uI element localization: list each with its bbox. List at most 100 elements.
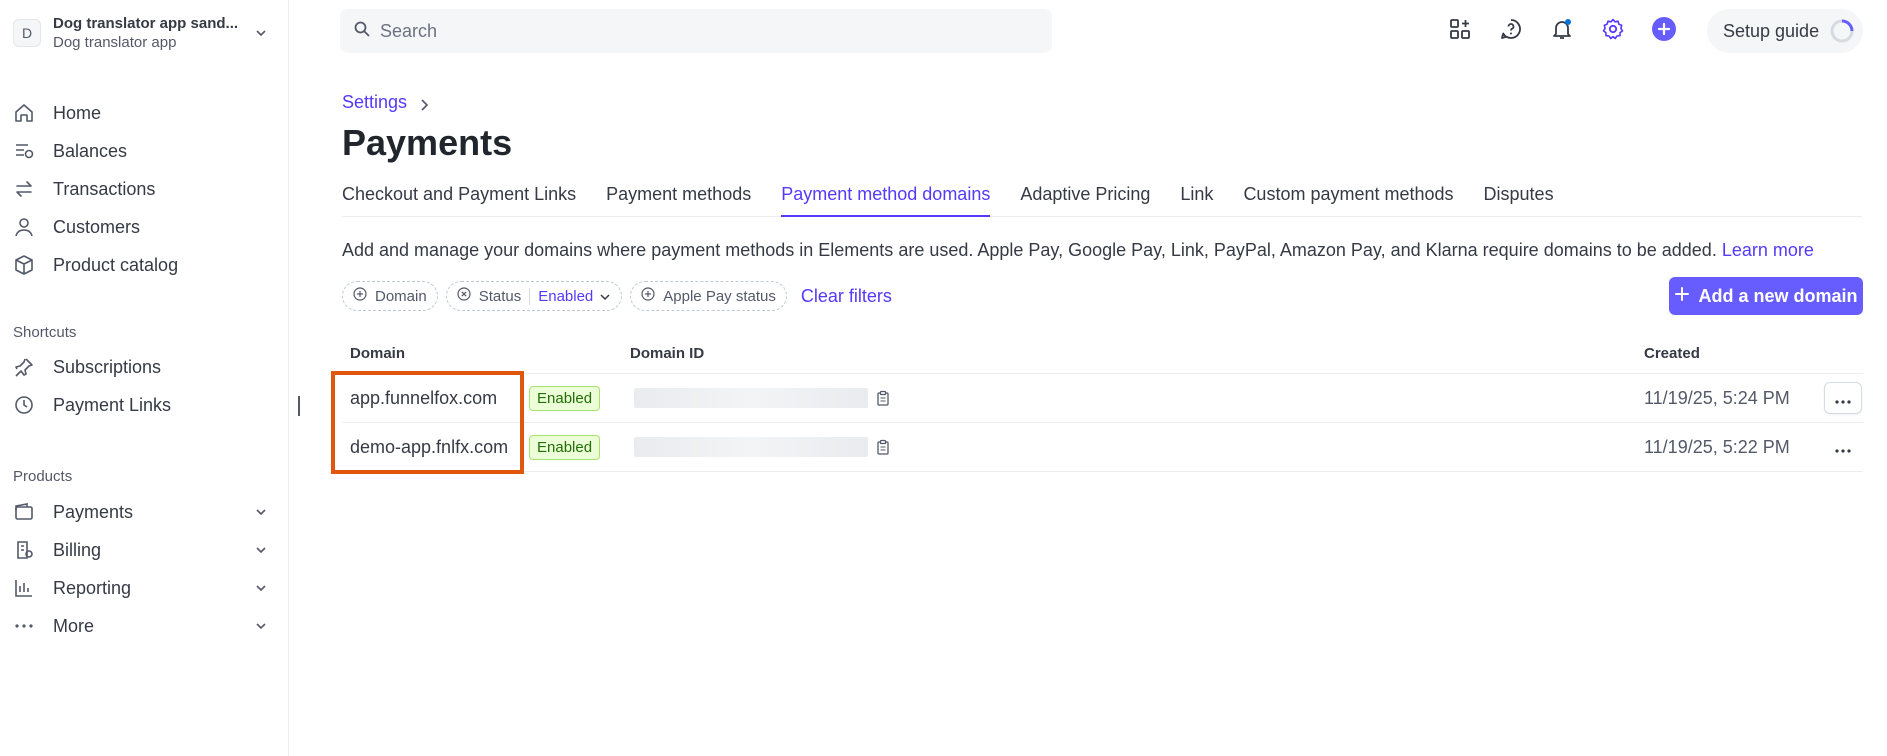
- tab-link[interactable]: Link: [1180, 182, 1213, 217]
- progress-ring-icon: [1829, 18, 1855, 44]
- customer-icon: [13, 216, 41, 238]
- table-row[interactable]: app.funnelfox.com Enabled 11/19/25, 5:24…: [342, 374, 1863, 423]
- column-header-domain[interactable]: Domain: [350, 345, 405, 362]
- clipboard-icon[interactable]: [876, 390, 890, 406]
- search-icon: [354, 21, 380, 42]
- clipboard-icon[interactable]: [876, 439, 890, 455]
- sidebar-item-label: Billing: [53, 539, 102, 560]
- sidebar-item-customers[interactable]: Customers: [13, 212, 269, 242]
- sidebar-item-home[interactable]: Home: [13, 98, 269, 128]
- home-icon: [13, 102, 41, 124]
- sidebar-item-label: Payment Links: [53, 394, 172, 415]
- sidebar-resize-handle[interactable]: [298, 396, 300, 416]
- breadcrumb-settings-link[interactable]: Settings: [342, 92, 407, 113]
- row-actions-button[interactable]: [1824, 382, 1862, 414]
- sidebar: D Dog translator app sand... Dog transla…: [0, 0, 289, 756]
- apps-button[interactable]: [1445, 16, 1475, 46]
- pin-icon: [13, 356, 41, 378]
- sidebar-item-billing[interactable]: Billing: [13, 535, 269, 565]
- ellipsis-icon: [1835, 388, 1851, 409]
- filter-apple-pay-status[interactable]: Apple Pay status: [630, 281, 787, 311]
- column-header-domain-id[interactable]: Domain ID: [630, 345, 704, 362]
- sidebar-item-transactions[interactable]: Transactions: [13, 174, 269, 204]
- filter-status[interactable]: Status Enabled: [445, 281, 623, 311]
- row-actions-button[interactable]: [1824, 431, 1862, 463]
- sidebar-item-label: Home: [53, 102, 102, 123]
- notifications-button[interactable]: [1547, 16, 1577, 46]
- sidebar-item-payments[interactable]: Payments: [13, 497, 269, 527]
- create-button[interactable]: [1649, 16, 1679, 46]
- remove-filter-icon[interactable]: [457, 287, 479, 305]
- help-button[interactable]: [1496, 16, 1526, 46]
- chevron-right-icon: [419, 96, 429, 111]
- chevron-down-icon: [253, 542, 269, 558]
- ellipsis-icon: [13, 615, 41, 637]
- sidebar-item-label: Product catalog: [53, 254, 179, 275]
- domain-id-redacted: [634, 437, 868, 457]
- sidebar-item-payment-links[interactable]: Payment Links: [13, 390, 269, 420]
- tab-checkout-and-payment-links[interactable]: Checkout and Payment Links: [342, 182, 576, 217]
- created-date: 11/19/25, 5:24 PM: [1644, 387, 1790, 408]
- add-new-domain-label: Add a new domain: [1698, 285, 1858, 306]
- chevron-down-icon: [253, 618, 269, 634]
- sidebar-item-label: Payments: [53, 501, 134, 522]
- add-new-domain-button[interactable]: Add a new domain: [1669, 277, 1863, 315]
- domain-name: app.funnelfox.com: [350, 387, 498, 408]
- page-description: Add and manage your domains where paymen…: [342, 240, 1814, 261]
- chevron-down-icon: [599, 290, 611, 302]
- chevron-down-icon: [253, 580, 269, 596]
- tab-adaptive-pricing[interactable]: Adaptive Pricing: [1020, 182, 1150, 217]
- tab-custom-payment-methods[interactable]: Custom payment methods: [1243, 182, 1453, 217]
- chevron-down-icon: [253, 25, 269, 41]
- account-name: Dog translator app sand...: [53, 15, 239, 32]
- filter-bar: Domain Status Enabled Apple Pay status C…: [342, 281, 892, 311]
- tab-disputes[interactable]: Disputes: [1484, 182, 1554, 217]
- filter-domain[interactable]: Domain: [342, 281, 438, 311]
- sidebar-item-label: Balances: [53, 140, 128, 161]
- plus-circle-icon: [641, 287, 663, 305]
- tab-payment-methods[interactable]: Payment methods: [606, 182, 751, 217]
- setup-guide-label: Setup guide: [1723, 20, 1820, 41]
- balances-icon: [13, 140, 41, 162]
- gear-icon: [1601, 17, 1625, 46]
- transactions-icon: [13, 178, 41, 200]
- sidebar-item-reporting[interactable]: Reporting: [13, 573, 269, 603]
- setup-guide-button[interactable]: Setup guide: [1707, 9, 1863, 53]
- table-row[interactable]: demo-app.fnlfx.com Enabled 11/19/25, 5:2…: [342, 423, 1863, 472]
- sidebar-item-label: More: [53, 615, 95, 636]
- shortcuts-label: Shortcuts: [13, 324, 77, 341]
- account-subtitle: Dog translator app: [53, 34, 177, 51]
- sidebar-item-subscriptions[interactable]: Subscriptions: [13, 352, 269, 382]
- created-date: 11/19/25, 5:22 PM: [1644, 436, 1790, 457]
- wallet-icon: [13, 501, 41, 523]
- filter-label: Apple Pay status: [663, 287, 776, 305]
- chevron-down-icon: [253, 504, 269, 520]
- apps-grid-icon: [1448, 17, 1472, 46]
- clear-filters-link[interactable]: Clear filters: [801, 286, 892, 307]
- sidebar-item-label: Customers: [53, 216, 141, 237]
- sidebar-item-balances[interactable]: Balances: [13, 136, 269, 166]
- status-badge: Enabled: [529, 434, 601, 460]
- sidebar-item-product-catalog[interactable]: Product catalog: [13, 250, 269, 280]
- settings-button[interactable]: [1598, 16, 1628, 46]
- box-icon: [13, 254, 41, 276]
- bar-chart-icon: [13, 577, 41, 599]
- account-switcher[interactable]: D Dog translator app sand... Dog transla…: [13, 13, 269, 53]
- status-badge: Enabled: [529, 385, 601, 411]
- filter-label: Status: [478, 287, 522, 305]
- products-label: Products: [13, 468, 73, 485]
- plus-icon: [1674, 286, 1698, 307]
- sidebar-item-more[interactable]: More: [13, 611, 269, 641]
- search-input[interactable]: [380, 20, 1020, 42]
- tab-payment-method-domains[interactable]: Payment method domains: [781, 182, 991, 217]
- learn-more-link[interactable]: Learn more: [1722, 240, 1814, 260]
- domain-name: demo-app.fnlfx.com: [350, 436, 509, 457]
- ellipsis-icon: [1835, 437, 1851, 458]
- breadcrumb: Settings: [342, 92, 429, 113]
- filter-label: Domain: [375, 287, 427, 305]
- plus-circle-icon: [353, 287, 375, 305]
- clock-icon: [13, 394, 41, 416]
- column-header-created[interactable]: Created: [1644, 345, 1700, 362]
- domains-table: Domain Domain ID Created app.funnelfox.c…: [342, 336, 1863, 472]
- search-bar[interactable]: [340, 9, 1052, 53]
